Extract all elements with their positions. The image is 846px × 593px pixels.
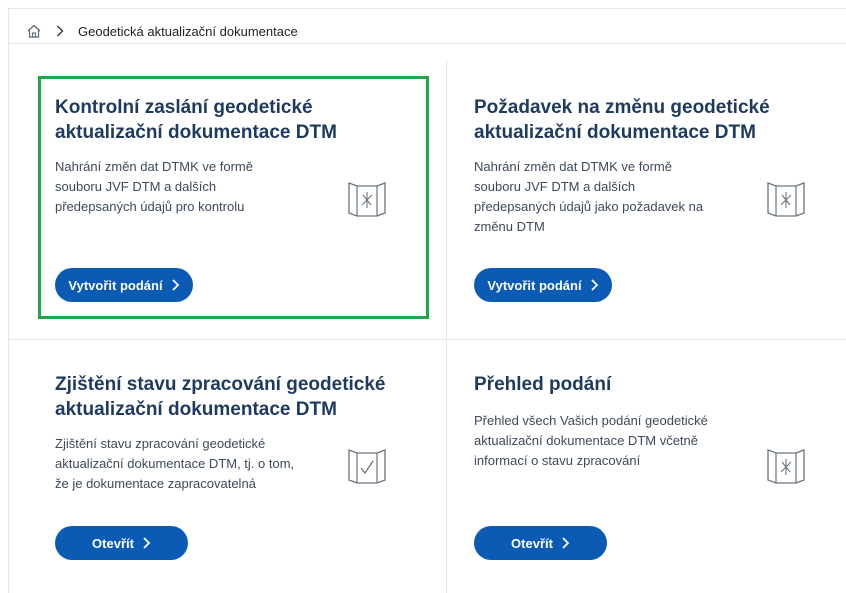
chevron-right-icon xyxy=(590,279,599,291)
open-button[interactable]: Otevřít xyxy=(474,526,607,560)
chevron-right-icon xyxy=(142,537,151,549)
breadcrumb: Geodetická aktualizační dokumentace xyxy=(26,21,298,41)
card-title: Přehled podání xyxy=(474,374,612,395)
button-label: Otevřít xyxy=(92,535,134,551)
map-document-icon xyxy=(764,177,808,221)
row-divider xyxy=(9,339,846,340)
card-pozadavek-na-zmenu[interactable]: Požadavek na změnu geodetické aktualizač… xyxy=(474,95,824,305)
open-button[interactable]: Otevřít xyxy=(55,526,188,560)
card-description: Zjištění stavu zpracování geodetické akt… xyxy=(55,436,295,491)
card-prehled-podani[interactable]: Přehled podání Přehled všech Vašich podá… xyxy=(474,372,824,572)
header-divider xyxy=(9,43,846,44)
button-label: Otevřít xyxy=(511,535,553,551)
create-submission-button[interactable]: Vytvořit podání xyxy=(474,268,612,302)
card-zjisteni-stavu[interactable]: Zjištění stavu zpracování geodetické akt… xyxy=(55,372,425,572)
map-check-icon xyxy=(345,444,389,488)
column-divider xyxy=(446,60,447,593)
breadcrumb-current: Geodetická aktualizační dokumentace xyxy=(78,23,298,39)
card-title: Zjištění stavu zpracování geodetické akt… xyxy=(55,374,386,420)
card-description: Přehled všech Vašich podání geodetické a… xyxy=(474,413,708,468)
selection-highlight xyxy=(38,76,429,319)
button-label: Vytvořit podání xyxy=(487,277,582,293)
home-icon[interactable] xyxy=(26,23,42,39)
map-document-icon xyxy=(764,444,808,488)
card-description: Nahrání změn dat DTMK ve formě souboru J… xyxy=(474,159,704,234)
chevron-right-icon xyxy=(56,23,66,39)
chevron-right-icon xyxy=(561,537,570,549)
card-title: Požadavek na změnu geodetické aktualizač… xyxy=(474,97,770,143)
